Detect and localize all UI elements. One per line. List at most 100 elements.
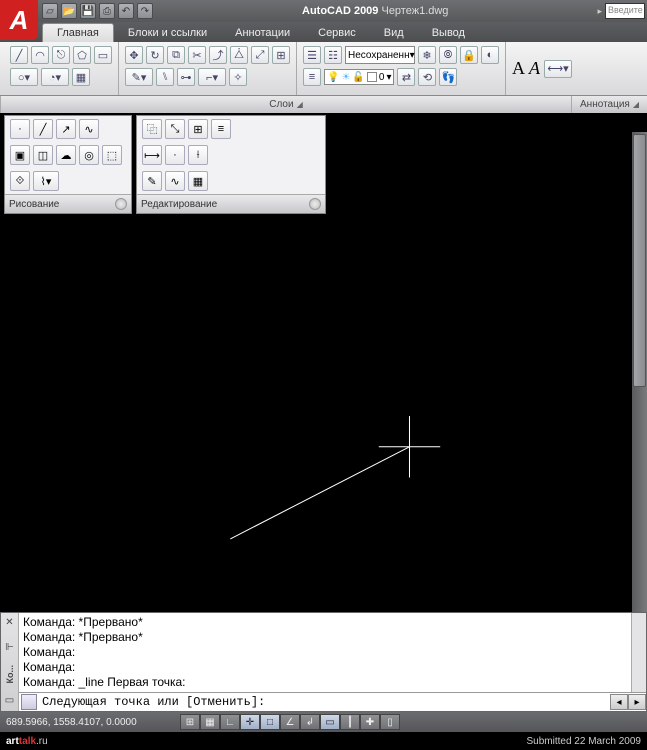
qat-redo-icon[interactable]: ↷ bbox=[137, 3, 153, 19]
gear-icon[interactable] bbox=[115, 198, 127, 210]
line-icon[interactable]: ╱ bbox=[10, 46, 28, 64]
region-icon[interactable]: ▣ bbox=[10, 145, 30, 165]
rotate-icon[interactable]: ↻ bbox=[146, 46, 164, 64]
cmd-right-button[interactable]: ▸ bbox=[628, 694, 646, 710]
offset-icon[interactable]: ⧉ bbox=[167, 46, 185, 64]
layer-match-icon[interactable]: ⇄ bbox=[397, 68, 415, 86]
text-single-icon[interactable]: A bbox=[529, 58, 540, 79]
polar-toggle[interactable]: ✛ bbox=[240, 714, 260, 730]
copy-icon[interactable]: ⿻ bbox=[142, 119, 162, 139]
draw-flyout-panel: · ╱ ↗ ∿ ▣ ◫ ☁ ◎ ⬚ ⟐ ⌇▾ Рисование bbox=[4, 115, 132, 214]
layer-off-icon[interactable]: ◐ bbox=[481, 46, 499, 64]
lwt-toggle[interactable]: ┃ bbox=[340, 714, 360, 730]
dyn-toggle[interactable]: ▭ bbox=[320, 714, 340, 730]
layer-lock-icon[interactable]: 🔒 bbox=[460, 46, 478, 64]
edit-polyline-icon[interactable]: ✎ bbox=[142, 171, 162, 191]
point-icon[interactable]: · bbox=[10, 119, 30, 139]
fillet-icon[interactable]: ⌐▾ bbox=[198, 68, 226, 86]
panel-title-annotation[interactable]: Аннотация◢ bbox=[571, 96, 647, 113]
panel-title-layers[interactable]: Слои◢ bbox=[0, 96, 571, 113]
break-at-icon[interactable]: · bbox=[165, 145, 185, 165]
tab-blocks[interactable]: Блоки и ссылки bbox=[114, 24, 221, 42]
grid-toggle[interactable]: ▦ bbox=[200, 714, 220, 730]
snap-toggle[interactable]: ⊞ bbox=[180, 714, 200, 730]
align-icon[interactable]: ≡ bbox=[211, 119, 231, 139]
osnap-toggle[interactable]: □ bbox=[260, 714, 280, 730]
qat-print-icon[interactable]: ⎙ bbox=[99, 3, 115, 19]
layer-iso-icon[interactable]: ❄ bbox=[418, 46, 436, 64]
ray-icon[interactable]: ↗ bbox=[56, 119, 76, 139]
revision-cloud-icon[interactable]: ☁ bbox=[56, 145, 76, 165]
qp-toggle[interactable]: ✚ bbox=[360, 714, 380, 730]
gear-icon[interactable] bbox=[309, 198, 321, 210]
canvas-scrollbar-vertical[interactable] bbox=[632, 132, 647, 695]
qat-open-icon[interactable]: 📂 bbox=[61, 3, 77, 19]
command-history[interactable]: Команда: *Прервано* Команда: *Прервано* … bbox=[19, 613, 646, 692]
break-icon[interactable]: ⑊ bbox=[156, 68, 174, 86]
help-search-input[interactable]: Введите bbox=[605, 3, 645, 19]
polyline-icon[interactable]: ⎋ bbox=[52, 46, 70, 64]
layer-freeze-icon[interactable]: ⦾ bbox=[439, 46, 457, 64]
construction-line-icon[interactable]: ╱ bbox=[33, 119, 53, 139]
command-history-scrollbar[interactable] bbox=[631, 613, 646, 692]
qat-new-icon[interactable]: ▱ bbox=[42, 3, 58, 19]
tab-view[interactable]: Вид bbox=[370, 24, 418, 42]
helix-icon[interactable]: ⌇▾ bbox=[33, 171, 59, 191]
array-icon[interactable]: ⊞ bbox=[272, 46, 290, 64]
dimension-icon[interactable]: ⟷▾ bbox=[544, 60, 572, 78]
trim-icon[interactable]: ✂ bbox=[188, 46, 206, 64]
polygon-icon[interactable]: ⬠ bbox=[73, 46, 91, 64]
arc-icon[interactable]: ◠ bbox=[31, 46, 49, 64]
circle-icon[interactable]: ○▾ bbox=[10, 68, 38, 86]
layer-walk-icon[interactable]: 👣 bbox=[439, 68, 457, 86]
3d-polyline-icon[interactable]: ⟐ bbox=[10, 171, 30, 191]
status-coordinates[interactable]: 689.5966, 1558.4107, 0.0000 bbox=[6, 717, 176, 728]
wipeout-icon[interactable]: ⬚ bbox=[102, 145, 122, 165]
join-icon[interactable]: ⊶ bbox=[177, 68, 195, 86]
tab-main[interactable]: Главная bbox=[42, 23, 114, 42]
hatch-icon[interactable]: ▦ bbox=[72, 68, 90, 86]
stretch-icon[interactable]: ⤡ bbox=[165, 119, 185, 139]
tab-output[interactable]: Вывод bbox=[418, 24, 479, 42]
app-logo[interactable] bbox=[0, 0, 38, 40]
cmd-left-button[interactable]: ◂ bbox=[610, 694, 628, 710]
ducs-toggle[interactable]: ↲ bbox=[300, 714, 320, 730]
modify-flyout-title[interactable]: Редактирование bbox=[137, 194, 325, 213]
drawing-canvas[interactable] bbox=[0, 132, 647, 695]
tab-service[interactable]: Сервис bbox=[304, 24, 370, 42]
lengthen-icon[interactable]: ⟼ bbox=[142, 145, 162, 165]
layer-prev-icon[interactable]: ⟲ bbox=[418, 68, 436, 86]
layer-current-dropdown[interactable]: 💡☀🔓 0 ▾ bbox=[324, 69, 394, 85]
erase-icon[interactable]: ✎▾ bbox=[125, 68, 153, 86]
cmd-pin-icon[interactable]: ⊩ bbox=[5, 641, 14, 655]
join-icon-2[interactable]: ⟊ bbox=[188, 145, 208, 165]
model-toggle[interactable]: ▯ bbox=[380, 714, 400, 730]
donut-icon[interactable]: ◎ bbox=[79, 145, 99, 165]
layer-states-icon[interactable]: ☷ bbox=[324, 46, 342, 64]
text-multi-icon[interactable]: A bbox=[512, 58, 525, 79]
scale-icon[interactable]: ⤢ bbox=[251, 46, 269, 64]
qat-save-icon[interactable]: 💾 bbox=[80, 3, 96, 19]
ellipse-arc-icon[interactable]: ◔▾ bbox=[41, 68, 69, 86]
explode-icon[interactable]: ✧ bbox=[229, 68, 247, 86]
boundary-icon[interactable]: ◫ bbox=[33, 145, 53, 165]
otrack-toggle[interactable]: ∠ bbox=[280, 714, 300, 730]
spline-icon[interactable]: ∿ bbox=[79, 119, 99, 139]
draw-flyout-title[interactable]: Рисование bbox=[5, 194, 131, 213]
move-icon[interactable]: ✥ bbox=[125, 46, 143, 64]
cmd-menu-icon[interactable]: ▭ bbox=[5, 694, 14, 708]
layer-tools-icon[interactable]: ≡ bbox=[303, 68, 321, 86]
ortho-toggle[interactable]: ∟ bbox=[220, 714, 240, 730]
edit-spline-icon[interactable]: ∿ bbox=[165, 171, 185, 191]
command-input[interactable] bbox=[39, 694, 610, 710]
qat-undo-icon[interactable]: ↶ bbox=[118, 3, 134, 19]
mirror-icon[interactable]: ⧊ bbox=[230, 46, 248, 64]
layer-state-dropdown[interactable]: Несохраненн▾ bbox=[345, 46, 415, 64]
rectangle-icon[interactable]: ▭ bbox=[94, 46, 112, 64]
extend-icon[interactable]: ⤴ bbox=[209, 46, 227, 64]
layer-prop-icon[interactable]: ☰ bbox=[303, 46, 321, 64]
cmd-close-icon[interactable]: ✕ bbox=[5, 616, 13, 630]
edit-hatch-icon[interactable]: ▦ bbox=[188, 171, 208, 191]
tab-annotations[interactable]: Аннотации bbox=[221, 24, 304, 42]
array-icon-2[interactable]: ⊞ bbox=[188, 119, 208, 139]
